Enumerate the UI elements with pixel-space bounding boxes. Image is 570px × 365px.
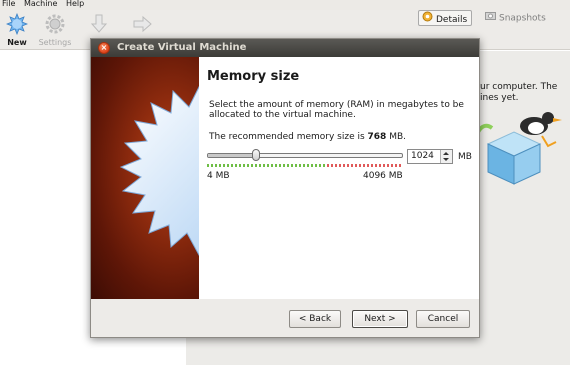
close-icon: × — [100, 43, 108, 52]
wizard-page: Memory size Select the amount of memory … — [199, 57, 479, 299]
start-button[interactable] — [126, 13, 160, 38]
memory-spinbox[interactable]: 1024 — [407, 149, 453, 164]
dialog-titlebar: × Create Virtual Machine — [91, 39, 479, 57]
right-arrow-icon — [133, 15, 152, 33]
wizard-side-image — [91, 57, 199, 299]
starburst-icon — [119, 85, 199, 257]
scale-safe-zone — [207, 164, 327, 167]
menu-file[interactable]: File — [2, 0, 15, 8]
slider-fill — [208, 154, 257, 157]
slider-min-label: 4 MB — [207, 171, 230, 181]
tab-details-label: Details — [436, 15, 468, 25]
dialog-button-bar: < Back Next > Cancel — [91, 299, 479, 337]
memory-unit-label: MB — [458, 152, 472, 162]
memory-slider[interactable] — [207, 146, 403, 168]
slider-scale — [207, 164, 403, 168]
virtualbox-mascot-icon — [476, 112, 562, 185]
spinbox-arrows[interactable] — [440, 150, 452, 163]
create-vm-dialog: × Create Virtual Machine Memory size Sel… — [90, 38, 480, 338]
slider-track[interactable] — [207, 153, 403, 158]
menu-help[interactable]: Help — [66, 0, 84, 8]
recommended-suffix: MB. — [386, 132, 406, 142]
slider-handle[interactable] — [252, 149, 260, 161]
gear-icon — [45, 14, 65, 34]
recommended-value: 768 — [367, 132, 387, 142]
back-button[interactable]: < Back — [289, 310, 341, 328]
close-button[interactable]: × — [98, 42, 110, 54]
menu-machine[interactable]: Machine — [24, 0, 58, 8]
recommended-memory-text: The recommended memory size is 768 MB. — [209, 132, 406, 142]
scale-unsafe-zone — [327, 164, 403, 167]
new-vm-icon — [5, 12, 29, 36]
welcome-line-2: ines yet. — [480, 93, 519, 103]
menu-bar: File Machine Help — [0, 0, 570, 10]
slider-max-label: 4096 MB — [363, 171, 403, 181]
new-button-label: New — [7, 38, 27, 47]
dialog-title: Create Virtual Machine — [117, 42, 247, 53]
cancel-button[interactable]: Cancel — [416, 310, 470, 328]
welcome-line-1: ur computer. The — [480, 82, 558, 92]
tab-snapshots[interactable]: Snapshots — [482, 10, 550, 26]
new-button[interactable]: New — [0, 12, 34, 47]
page-title: Memory size — [207, 69, 300, 84]
gear-icon — [422, 11, 433, 28]
next-button[interactable]: Next > — [352, 310, 408, 328]
camera-icon — [485, 10, 496, 26]
tab-snapshots-label: Snapshots — [499, 13, 546, 24]
memory-value[interactable]: 1024 — [411, 151, 434, 161]
spin-down-icon[interactable] — [443, 158, 449, 161]
spin-up-icon[interactable] — [443, 152, 449, 155]
settings-button-label: Settings — [38, 38, 72, 47]
welcome-text: ur computer. The ines yet. — [480, 82, 557, 104]
settings-button[interactable]: Settings — [38, 13, 72, 47]
page-description: Select the amount of memory (RAM) in meg… — [209, 100, 464, 120]
down-arrow-icon — [90, 14, 108, 33]
tab-details[interactable]: Details — [418, 10, 473, 28]
recommended-prefix: The recommended memory size is — [209, 132, 368, 142]
